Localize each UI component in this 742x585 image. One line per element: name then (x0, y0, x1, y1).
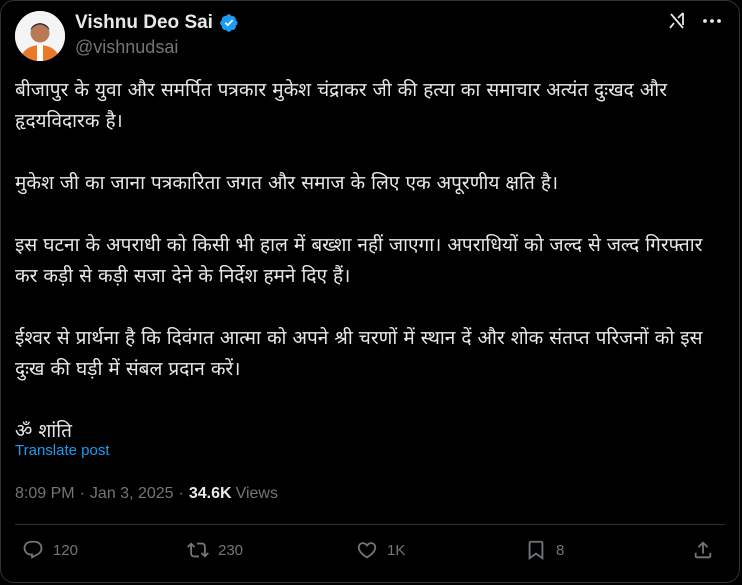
meta-separator: · (178, 485, 184, 502)
post-paragraph: मुकेश जी का जाना पत्रकारिता जगत और समाज … (15, 172, 559, 194)
repost-button[interactable]: 230 (187, 539, 243, 561)
post-paragraph: इस घटना के अपराधी को किसी भी हाल में बख्… (15, 234, 703, 287)
reply-button[interactable]: 120 (22, 539, 78, 561)
post-time[interactable]: 8:09 PM (15, 485, 75, 503)
views-count[interactable]: 34.6K (189, 485, 232, 503)
bookmark-icon (528, 540, 544, 561)
post-card: Vishnu Deo Sai @vishnudsai बीजापुर के यु… (0, 0, 740, 583)
grok-icon[interactable] (665, 9, 689, 33)
post-paragraph: बीजापुर के युवा और समर्पित पत्रकार मुकेश… (15, 79, 667, 132)
translate-post-link[interactable]: Translate post (15, 442, 110, 459)
post-date[interactable]: Jan 3, 2025 (90, 485, 174, 503)
verified-badge-icon (220, 14, 238, 32)
action-bar: 120 230 1K 8 (1, 539, 742, 575)
heart-icon (357, 542, 377, 559)
display-name[interactable]: Vishnu Deo Sai (75, 12, 213, 34)
post-paragraph: ॐ शांति (15, 420, 72, 442)
like-count: 1K (387, 541, 406, 559)
share-button[interactable] (692, 539, 714, 561)
like-button[interactable]: 1K (356, 539, 405, 561)
views-label: Views (235, 485, 278, 502)
divider (15, 524, 725, 525)
meta-separator: · (79, 485, 85, 502)
bookmark-button[interactable]: 8 (525, 539, 564, 561)
share-icon (694, 541, 712, 559)
post-meta: 8:09 PM · Jan 3, 2025 · 34.6K Views (15, 485, 278, 503)
user-handle[interactable]: @vishnudsai (75, 37, 178, 58)
avatar[interactable] (15, 11, 65, 61)
more-icon[interactable] (700, 9, 724, 33)
reply-icon (23, 540, 43, 559)
reply-count: 120 (53, 541, 79, 559)
repost-count: 230 (218, 541, 244, 559)
post-text: बीजापुर के युवा और समर्पित पत्रकार मुकेश… (15, 75, 715, 447)
repost-icon (187, 542, 209, 558)
post-paragraph: ईश्वर से प्रार्थना है कि दिवंगत आत्मा को… (15, 327, 703, 380)
bookmark-count: 8 (556, 541, 565, 559)
